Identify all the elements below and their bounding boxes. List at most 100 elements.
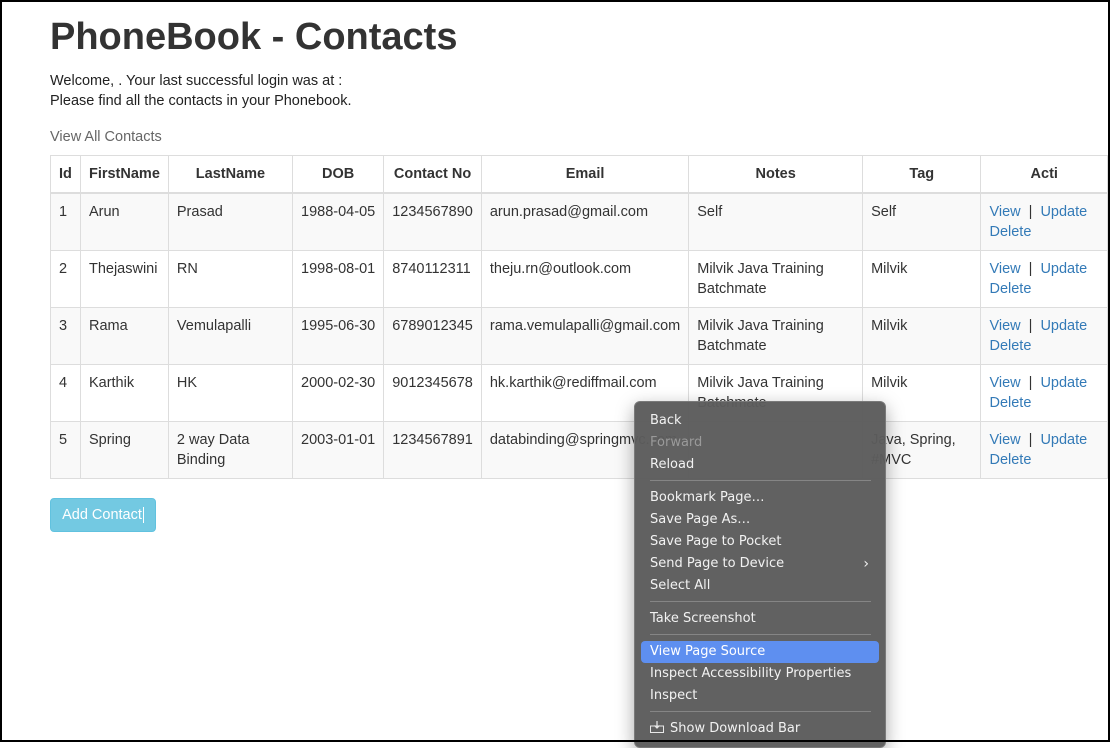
header-firstname: FirstName [79, 155, 169, 194]
menu-item-view-page-source[interactable]: View Page Source [641, 641, 879, 663]
cell-tag: Milvik [862, 307, 982, 365]
download-bar-icon [650, 721, 664, 733]
cell-dob: 2003-01-01 [292, 421, 385, 479]
cell-notes: Milvik Java Training Batchmate [688, 250, 864, 308]
page-title: PhoneBook - Contacts [50, 16, 458, 58]
menu-item-inspect[interactable]: Inspect [641, 685, 879, 707]
cell-actions: View | Update Delete [980, 307, 1108, 365]
cell-contact-no: 8740112311 [383, 250, 482, 308]
cell-firstname: Thejaswini [79, 250, 169, 308]
cell-firstname: Spring [79, 421, 169, 479]
header-id: Id [50, 155, 81, 194]
cell-notes: Self [688, 192, 864, 251]
header-notes: Notes [688, 155, 864, 194]
header-tag: Tag [862, 155, 982, 194]
cell-contact-no: 6789012345 [383, 307, 482, 365]
update-link[interactable]: Update [1040, 432, 1087, 448]
menu-item-inspect-accessibility[interactable]: Inspect Accessibility Properties [641, 663, 879, 685]
cell-email: arun.prasad@gmail.com [480, 192, 690, 251]
action-separator: | [1028, 375, 1033, 391]
cell-email: rama.vemulapalli@gmail.com [480, 307, 690, 365]
table-row: 5 Spring 2 way Data Binding 2003-01-01 1… [50, 421, 1108, 479]
cell-contact-no: 9012345678 [383, 364, 482, 422]
cell-contact-no: 1234567890 [383, 192, 482, 251]
menu-item-back[interactable]: Back [641, 410, 879, 432]
add-contact-button[interactable]: Add Contact [50, 498, 156, 532]
cell-actions: View | Update Delete [980, 192, 1108, 251]
cell-firstname: Karthik [79, 364, 169, 422]
menu-item-save-page-as[interactable]: Save Page As… [641, 509, 879, 531]
cell-firstname: Arun [79, 192, 169, 251]
cell-id: 1 [50, 192, 81, 251]
menu-item-save-to-pocket[interactable]: Save Page to Pocket [641, 531, 879, 553]
menu-item-reload[interactable]: Reload [641, 454, 879, 476]
cell-lastname: HK [167, 364, 294, 422]
menu-item-bookmark-page[interactable]: Bookmark Page… [641, 487, 879, 509]
welcome-line: Welcome, . Your last successful login wa… [50, 73, 343, 89]
cell-actions: View | Update Delete [980, 364, 1108, 422]
table-row: 4 Karthik HK 2000-02-30 9012345678 hk.ka… [50, 364, 1108, 422]
menu-item-take-screenshot[interactable]: Take Screenshot [641, 608, 879, 630]
menu-item-forward: Forward [650, 435, 703, 450]
update-link[interactable]: Update [1040, 204, 1087, 220]
action-separator: | [1028, 432, 1033, 448]
action-separator: | [1028, 261, 1033, 277]
chevron-right-icon: › [863, 556, 869, 572]
view-link[interactable]: View [989, 261, 1020, 277]
send-to-device-label: Send Page to Device [650, 556, 785, 571]
cell-email: theju.rn@outlook.com [480, 250, 690, 308]
cell-dob: 1988-04-05 [292, 192, 385, 251]
cell-id: 3 [50, 307, 81, 365]
menu-separator [650, 601, 871, 602]
cell-dob: 1998-08-01 [292, 250, 385, 308]
cell-actions: View | Update Delete [980, 250, 1108, 308]
view-all-contacts-link[interactable]: View All Contacts [50, 129, 162, 145]
cell-firstname: Rama [79, 307, 169, 365]
cell-id: 2 [50, 250, 81, 308]
cell-lastname: Vemulapalli [167, 307, 294, 365]
table-row: 1 Arun Prasad 1988-04-05 1234567890 arun… [50, 192, 1108, 251]
cell-notes: Milvik Java Training Batchmate [688, 307, 864, 365]
table-header-row: Id FirstName LastName DOB Contact No Ema… [50, 155, 1108, 194]
add-contact-label: Add Contact [62, 507, 142, 523]
cell-lastname: Prasad [167, 192, 294, 251]
header-email: Email [480, 155, 690, 194]
cell-contact-no: 1234567891 [383, 421, 482, 479]
delete-link[interactable]: Delete [989, 281, 1031, 297]
update-link[interactable]: Update [1040, 375, 1087, 391]
cell-tag: Milvik [862, 250, 982, 308]
delete-link[interactable]: Delete [989, 224, 1031, 240]
header-dob: DOB [292, 155, 385, 194]
menu-item-send-to-device[interactable]: Send Page to Device › [641, 553, 879, 575]
delete-link[interactable]: Delete [989, 452, 1031, 468]
header-contact-no: Contact No [383, 155, 482, 194]
text-cursor [142, 507, 144, 524]
context-menu: Back Forward Reload Bookmark Page… Save … [634, 401, 886, 748]
table-row: 2 Thejaswini RN 1998-08-01 8740112311 th… [50, 250, 1108, 308]
info-line: Please find all the contacts in your Pho… [50, 93, 352, 109]
view-link[interactable]: View [989, 204, 1020, 220]
delete-link[interactable]: Delete [989, 338, 1031, 354]
welcome-message: Welcome, . Your last successful login wa… [50, 71, 351, 111]
menu-separator [650, 711, 871, 712]
cell-actions: View | Update Delete [980, 421, 1108, 479]
view-link[interactable]: View [989, 432, 1020, 448]
cell-lastname: RN [167, 250, 294, 308]
download-bar-label: Show Download Bar [670, 721, 801, 736]
view-link[interactable]: View [989, 375, 1020, 391]
contacts-table: Id FirstName LastName DOB Contact No Ema… [50, 155, 1108, 479]
header-actions: Acti [980, 155, 1108, 194]
view-link[interactable]: View [989, 318, 1020, 334]
update-link[interactable]: Update [1040, 318, 1087, 334]
menu-item-show-download-bar[interactable]: Show Download Bar [641, 718, 879, 740]
delete-link[interactable]: Delete [989, 395, 1031, 411]
menu-item-select-all[interactable]: Select All [641, 575, 879, 597]
menu-separator [650, 480, 871, 481]
action-separator: | [1028, 204, 1033, 220]
cell-id: 4 [50, 364, 81, 422]
menu-separator [650, 634, 871, 635]
cell-dob: 2000-02-30 [292, 364, 385, 422]
update-link[interactable]: Update [1040, 261, 1087, 277]
cell-lastname: 2 way Data Binding [167, 421, 294, 479]
action-separator: | [1028, 318, 1033, 334]
